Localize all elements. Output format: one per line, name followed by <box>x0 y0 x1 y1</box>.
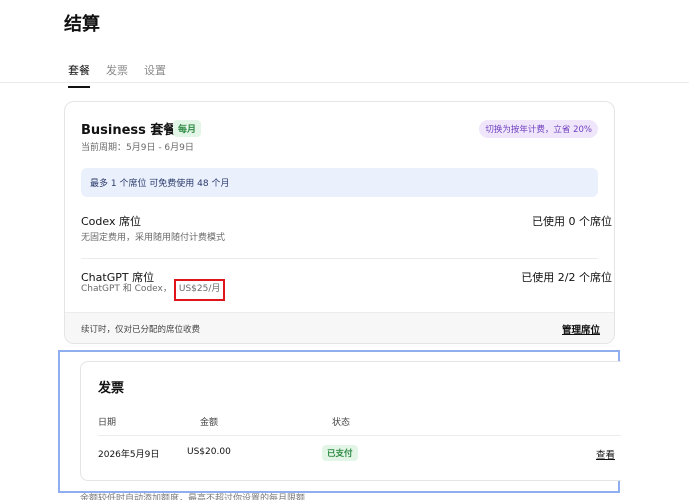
invoice-header-date: 日期 <box>98 418 117 428</box>
codex-seat-name: Codex 席位 <box>81 215 141 228</box>
tab-settings[interactable]: 设置 <box>144 62 166 88</box>
invoice-row-date: 2026年5月9日 <box>98 450 160 460</box>
plan-card: Business 套餐 每月 切换为按年计费，立省 20% 当前周期：5月9日 … <box>64 101 615 344</box>
auto-topup-note: 余额较低时自动添加额度，最高不超过你设置的每月限额 <box>80 494 306 500</box>
invoice-view-link[interactable]: 查看 <box>596 447 615 461</box>
manage-seats-link[interactable]: 管理席位 <box>562 322 600 336</box>
chatgpt-seat-desc-row: ChatGPT 和 Codex， US$25/月 <box>81 279 226 301</box>
billing-period: 当前周期：5月9日 - 6月9日 <box>81 143 194 153</box>
codex-seat-desc: 无固定费用，采用随用随付计费模式 <box>81 233 226 243</box>
renewal-note: 续订时，仅对已分配的席位收费 <box>81 325 201 335</box>
billing-cycle-badge: 每月 <box>173 120 202 137</box>
annual-promo-badge[interactable]: 切换为按年计费，立省 20% <box>479 120 598 138</box>
invoice-divider <box>98 435 621 436</box>
invoice-header-status: 状态 <box>332 418 351 428</box>
free-seat-banner: 最多 1 个席位 可免费使用 48 个月 <box>81 168 598 197</box>
codex-seat-usage: 已使用 0 个席位 <box>532 215 612 228</box>
page-title: 结算 <box>64 14 100 35</box>
invoice-card: 发票 日期 金额 状态 2026年5月9日 US$20.00 已支付 查看 <box>80 361 621 481</box>
invoice-row-amount: US$20.00 <box>187 447 231 457</box>
tab-bar: 套餐 发票 设置 <box>68 62 166 88</box>
plan-title: Business 套餐 <box>81 123 177 138</box>
chatgpt-seat-price: US$25/月 <box>173 279 226 301</box>
chatgpt-seat-usage: 已使用 2/2 个席位 <box>521 271 612 284</box>
tabs-divider <box>0 82 689 83</box>
tab-invoices[interactable]: 发票 <box>106 62 128 88</box>
seat-divider <box>81 258 598 259</box>
chatgpt-seat-desc: ChatGPT 和 Codex， <box>81 284 172 294</box>
invoice-status-badge: 已支付 <box>322 445 358 461</box>
invoice-title: 发票 <box>98 381 125 396</box>
invoice-header-amount: 金额 <box>200 418 219 428</box>
tab-plan[interactable]: 套餐 <box>68 62 90 88</box>
plan-card-footer: 续订时，仅对已分配的席位收费 管理席位 <box>65 312 614 343</box>
